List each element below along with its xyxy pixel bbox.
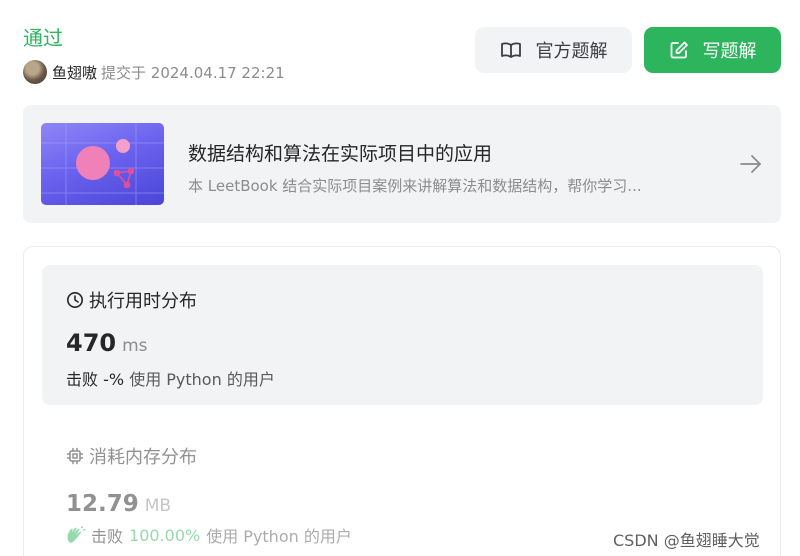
submitted-time: 提交于 2024.04.17 22:21 [101,63,285,82]
runtime-title: 执行用时分布 [66,287,197,313]
runtime-card[interactable]: 执行用时分布 470 ms 击败 -% 使用 Python 的用户 [42,265,763,405]
write-solution-label: 写题解 [702,41,757,62]
performance-panel: 执行用时分布 470 ms 击败 -% 使用 Python 的用户 消耗内存分布… [23,246,781,556]
memory-card[interactable]: 消耗内存分布 12.79 MB 击败 100.00% 使用 Python 的用户 [66,443,352,547]
runtime-title-label: 执行用时分布 [89,291,197,312]
leetbook-cover-image [41,123,164,205]
runtime-value: 470 ms [66,329,148,357]
result-status: 通过 [23,26,63,50]
clock-icon [67,292,83,308]
book-icon [500,42,521,58]
runtime-number: 470 [66,329,117,357]
memory-beat-prefix: 击败 [91,527,124,546]
official-solution-button[interactable]: 官方题解 [475,27,632,73]
runtime-beat: 击败 -% 使用 Python 的用户 [66,366,275,390]
memory-beat-suffix: 使用 Python 的用户 [206,527,352,546]
edit-icon [670,41,688,59]
memory-title: 消耗内存分布 [66,443,352,469]
avatar[interactable] [23,60,47,84]
memory-number: 12.79 [66,491,139,517]
memory-beat-percent: 100.00% [129,525,201,545]
memory-beat: 击败 100.00% 使用 Python 的用户 [66,523,352,547]
official-solution-label: 官方题解 [535,41,608,62]
write-solution-button[interactable]: 写题解 [644,27,781,73]
leetbook-title: 数据结构和算法在实际项目中的应用 [188,143,493,165]
runtime-unit: ms [122,336,148,356]
username[interactable]: 鱼翅嗷 [52,62,97,83]
memory-value: 12.79 MB [66,491,352,517]
leetbook-description: 本 LeetBook 结合实际项目案例来讲解算法和数据结构，帮你学习... [188,177,642,195]
submission-info: 鱼翅嗷 提交于 2024.04.17 22:21 [23,60,285,84]
memory-title-label: 消耗内存分布 [89,447,197,468]
runtime-beat-percent: -% [103,370,125,389]
clap-hands-icon [67,526,86,543]
memory-unit: MB [144,496,172,516]
leetbook-card[interactable]: 数据结构和算法在实际项目中的应用 本 LeetBook 结合实际项目案例来讲解算… [23,105,781,223]
runtime-beat-prefix: 击败 [66,370,99,389]
runtime-beat-suffix: 使用 Python 的用户 [129,370,275,389]
csdn-watermark: CSDN @鱼翅睡大觉 [613,531,760,550]
arrow-right-icon [740,155,761,173]
chip-icon [66,447,84,465]
